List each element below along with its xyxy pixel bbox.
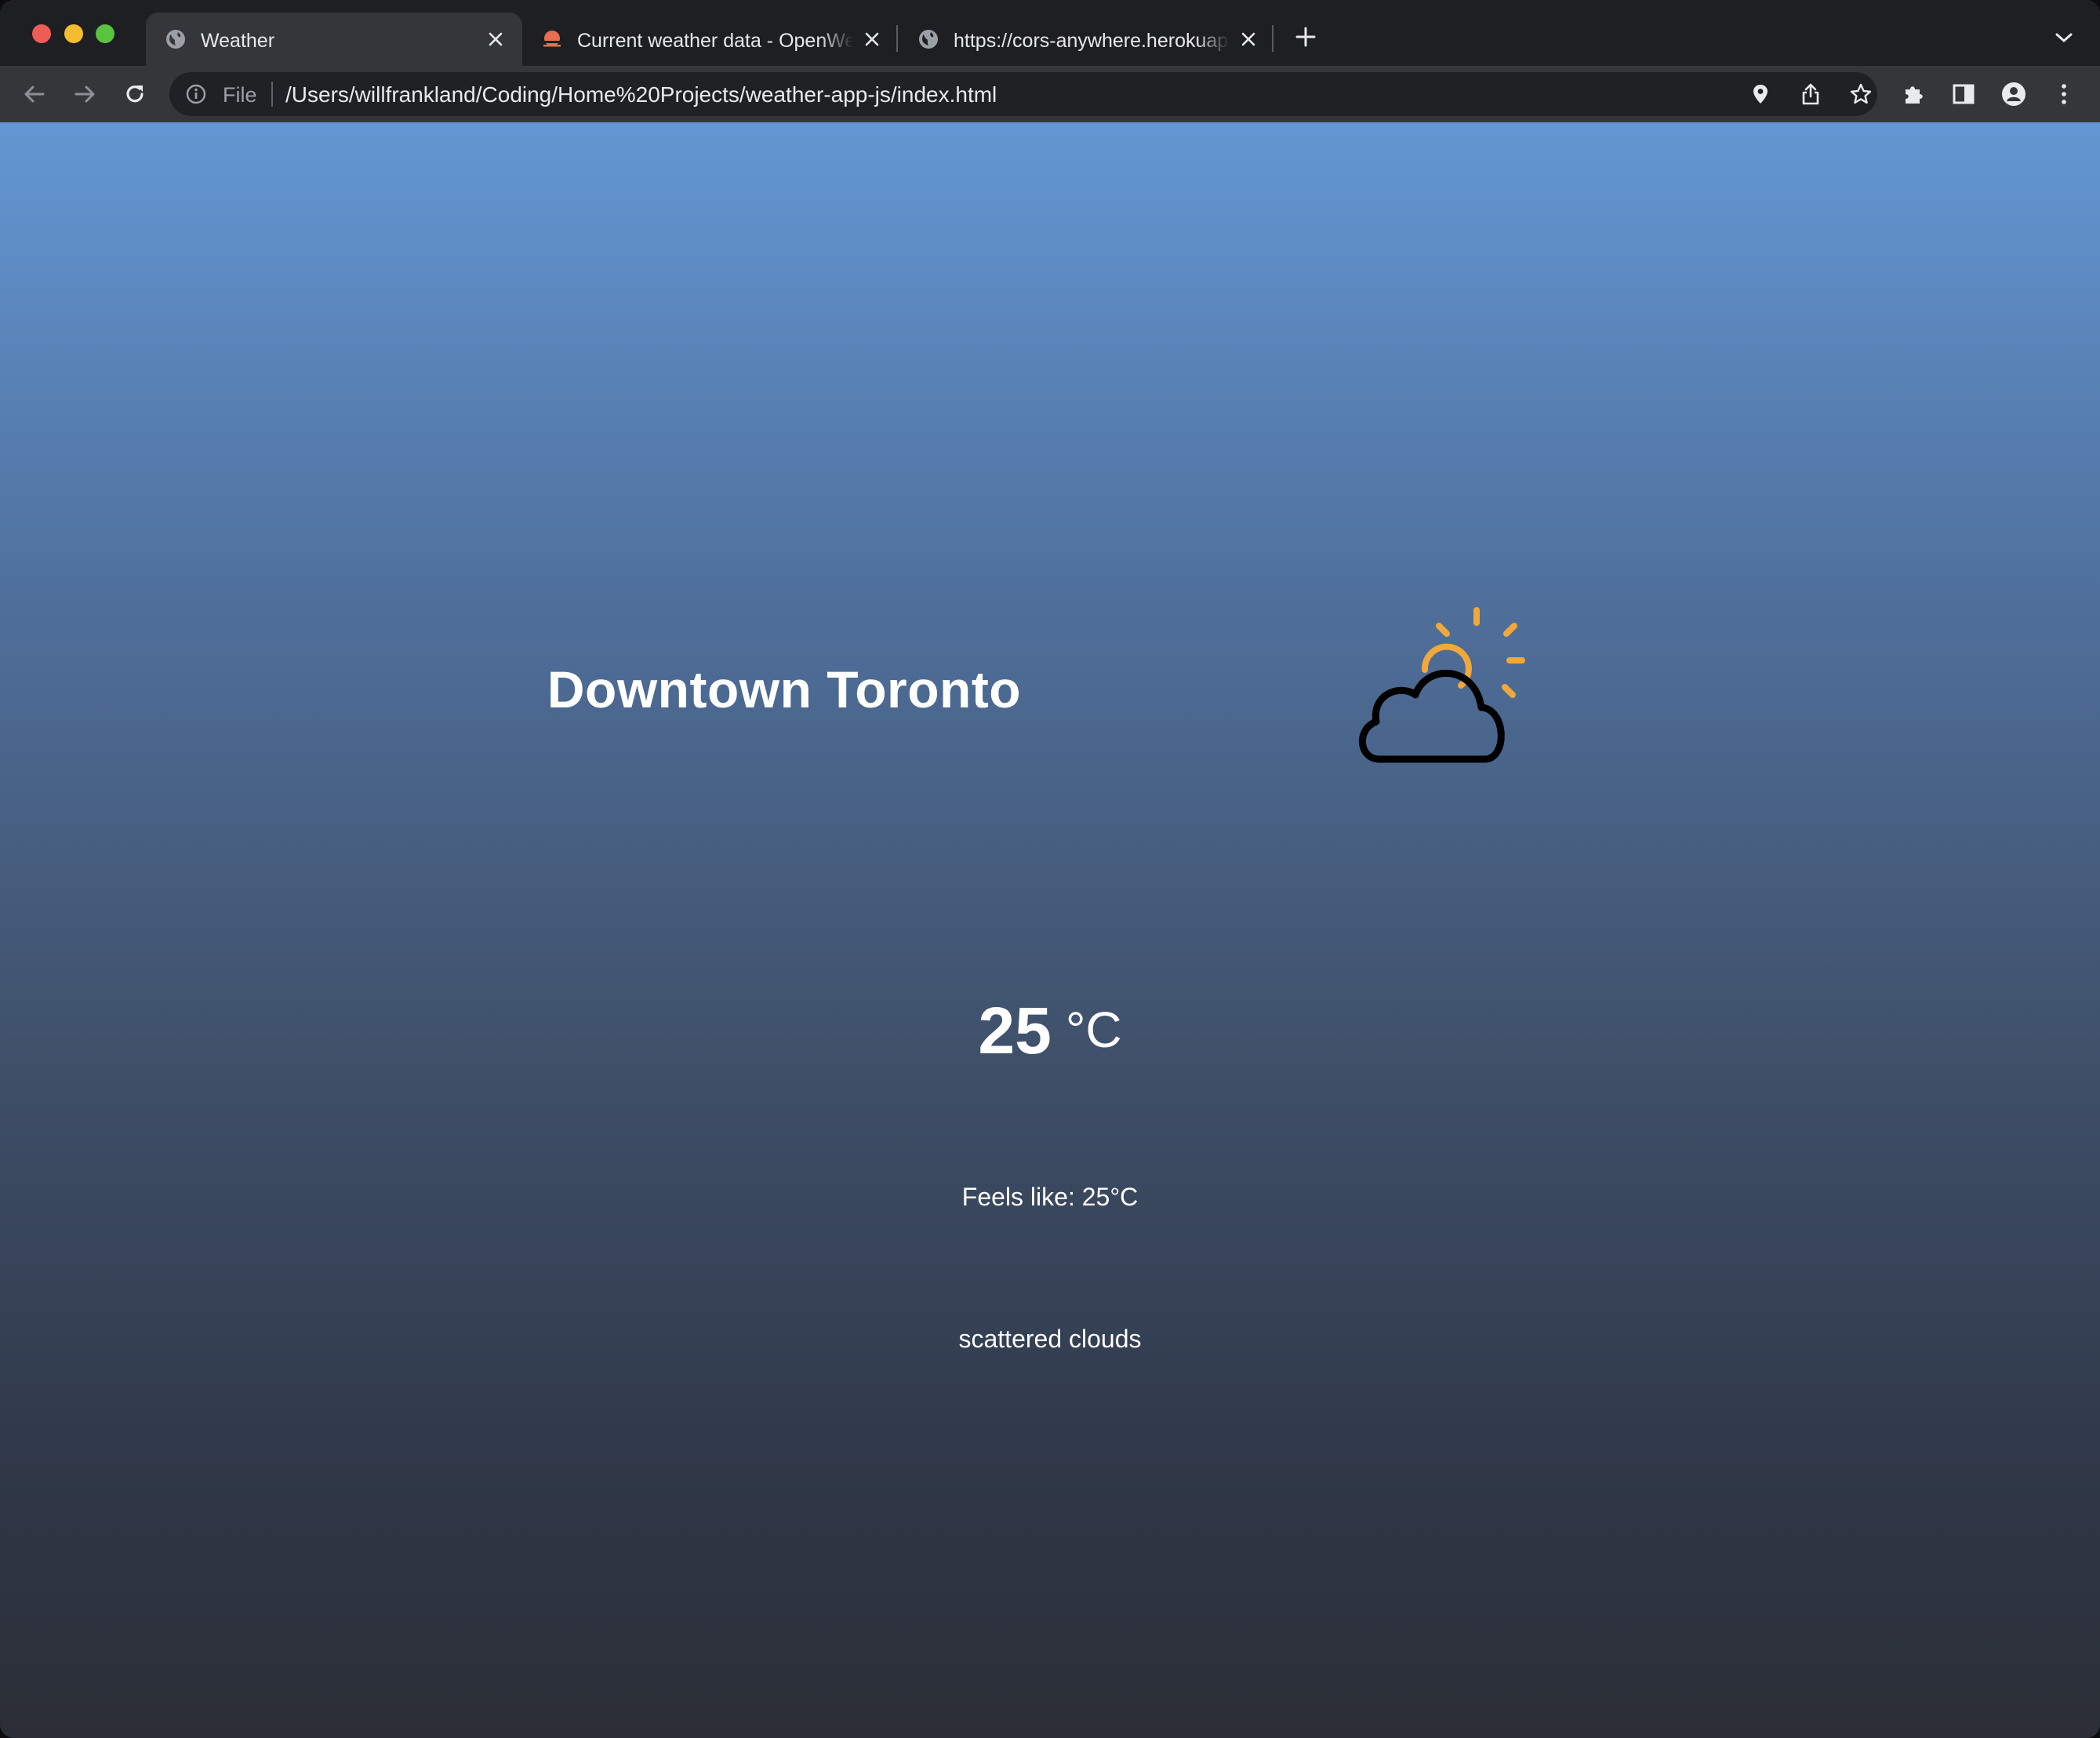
close-window-button[interactable] (32, 24, 51, 43)
close-tab-icon[interactable] (863, 30, 881, 49)
profile-avatar-icon[interactable] (2001, 82, 2026, 107)
forward-arrow-icon[interactable] (72, 82, 97, 107)
location-name: Downtown Toronto (547, 660, 1022, 718)
url-scheme-label: File (223, 83, 257, 107)
address-bar[interactable]: File /Users/willfrankland/Coding/Home%20… (169, 72, 1877, 116)
openweather-logo-icon (543, 31, 561, 47)
globe-icon (919, 30, 938, 49)
browser-toolbar: File /Users/willfrankland/Coding/Home%20… (0, 66, 2100, 122)
back-arrow-icon[interactable] (22, 82, 47, 107)
reload-icon[interactable] (122, 82, 147, 107)
tab-search-chevron-down-icon[interactable] (2055, 31, 2073, 44)
weather-page: Downtown Toronto 25 °C Feels like: 25°C s… (0, 122, 2100, 1738)
close-tab-icon[interactable] (1239, 30, 1258, 49)
partly-cloudy-icon (1359, 607, 1525, 763)
temperature: 25 °C (0, 993, 2100, 1069)
temperature-value: 25 (978, 994, 1052, 1067)
tab-title: https://cors-anywhere.herokuapp.com (954, 30, 1230, 52)
tab-strip: Weather Current weather data - OpenWeath… (0, 0, 2100, 66)
info-icon[interactable] (185, 83, 207, 105)
tab-cors-anywhere[interactable]: https://cors-anywhere.herokuapp.com (899, 13, 1272, 66)
extensions-puzzle-icon[interactable] (1901, 82, 1926, 107)
globe-icon (166, 30, 185, 49)
new-tab-plus-icon[interactable] (1295, 27, 1316, 47)
tab-weather[interactable]: Weather (146, 13, 522, 66)
minimize-window-button[interactable] (64, 24, 83, 43)
weather-description: scattered clouds (958, 1325, 1142, 1353)
feels-like-text: Feels like: 25°C (961, 1183, 1139, 1211)
share-icon[interactable] (1799, 82, 1822, 106)
tab-separator (1272, 25, 1273, 52)
location-pin-icon[interactable] (1749, 82, 1772, 106)
close-tab-icon[interactable] (486, 30, 505, 49)
omnibox-divider (271, 82, 273, 107)
maximize-window-button[interactable] (96, 24, 114, 43)
tab-title: Current weather data - OpenWeatherMap (577, 30, 853, 52)
browser-window: Weather Current weather data - OpenWeath… (0, 0, 2100, 1738)
tab-separator (896, 25, 898, 52)
url-text[interactable]: /Users/willfrankland/Coding/Home%20Proje… (285, 82, 997, 107)
temperature-unit: °C (1065, 1002, 1122, 1058)
bookmark-star-icon[interactable] (1849, 82, 1873, 106)
tab-title: Weather (201, 30, 275, 52)
side-panel-icon[interactable] (1951, 82, 1976, 107)
more-menu-kebab-icon[interactable] (2051, 82, 2076, 107)
tab-openweather[interactable]: Current weather data - OpenWeatherMap (522, 13, 897, 66)
